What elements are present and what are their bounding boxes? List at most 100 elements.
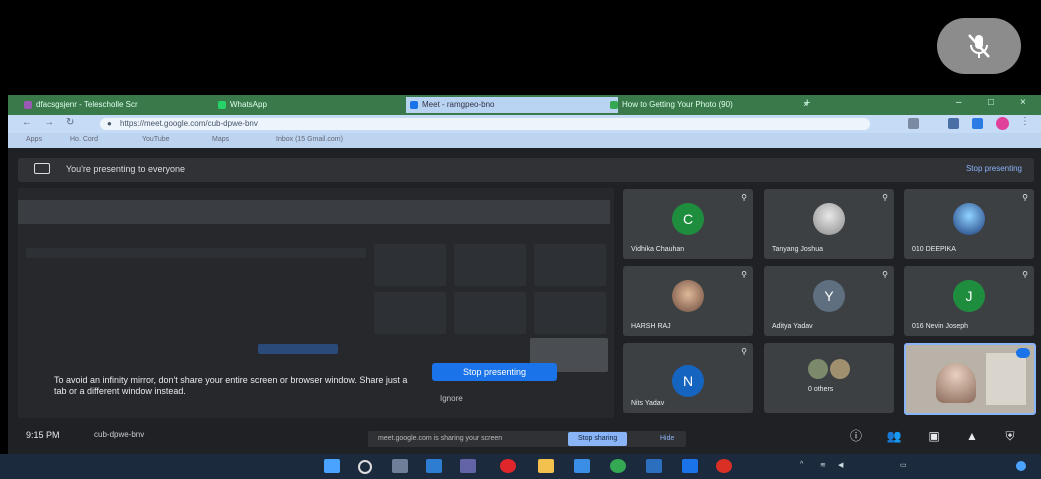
hide-button[interactable]: Hide bbox=[660, 431, 674, 447]
participant-tile[interactable]: ⚲ J 016 Nevin Joseph bbox=[904, 266, 1034, 336]
browser-tab-active[interactable]: Meet - ramgpeo-bno × bbox=[406, 97, 618, 113]
presenting-banner: You're presenting to everyone Stop prese… bbox=[18, 158, 1034, 182]
participant-name: 010 DEEPIKA bbox=[912, 246, 956, 253]
tab-favicon-icon bbox=[610, 101, 618, 109]
start-icon[interactable] bbox=[324, 459, 340, 473]
tab-label: dfacsgsjenr - Telescholle Scr bbox=[36, 100, 138, 109]
app-icon[interactable] bbox=[682, 459, 698, 473]
chrome-icon[interactable] bbox=[610, 459, 626, 473]
minimize-icon[interactable]: – bbox=[956, 97, 962, 108]
tab-label: How to Getting Your Photo (90) bbox=[622, 100, 733, 109]
preview-block bbox=[258, 344, 338, 354]
bookmark-item[interactable]: Maps bbox=[212, 136, 229, 143]
preview-block bbox=[374, 292, 446, 334]
preview-block bbox=[374, 244, 446, 286]
participant-name: Vidhika Chauhan bbox=[631, 246, 685, 253]
avatar: N bbox=[672, 365, 704, 397]
widgets-icon[interactable] bbox=[426, 459, 442, 473]
extension-icon[interactable] bbox=[948, 118, 959, 129]
search-icon[interactable] bbox=[358, 460, 372, 474]
activities-icon[interactable]: ▲ bbox=[962, 427, 982, 445]
opera-icon[interactable] bbox=[500, 459, 516, 473]
browser-tab-strip: dfacsgsjenr - Telescholle Scr × WhatsApp… bbox=[8, 95, 1041, 115]
browser-tab[interactable]: WhatsApp × bbox=[214, 97, 420, 113]
host-controls-icon[interactable]: ⛨ bbox=[1000, 427, 1020, 445]
notification-icon[interactable] bbox=[1016, 461, 1026, 471]
participant-name: Aditya Yadav bbox=[772, 323, 813, 330]
participant-tile[interactable]: ⚲ N Nits Yadav bbox=[623, 343, 753, 413]
tab-label: Meet - ramgpeo-bno bbox=[422, 100, 495, 109]
preview-header bbox=[18, 200, 610, 224]
mic-off-icon: ⚲ bbox=[882, 193, 888, 202]
self-view-tile[interactable] bbox=[904, 343, 1036, 415]
presenting-text: You're presenting to everyone bbox=[66, 164, 185, 174]
tab-favicon-icon bbox=[24, 101, 32, 109]
bookmark-item[interactable]: Inbox (15 Gmail.com) bbox=[276, 136, 343, 143]
bookmark-item[interactable]: YouTube bbox=[142, 136, 170, 143]
wifi-icon[interactable]: ≋ bbox=[820, 461, 826, 469]
forward-icon[interactable]: → bbox=[44, 117, 54, 128]
chat-icon[interactable]: ▣ bbox=[924, 427, 944, 445]
close-window-icon[interactable]: × bbox=[1020, 97, 1026, 108]
bookmark-item[interactable]: Apps bbox=[26, 136, 42, 143]
avatar bbox=[813, 203, 845, 235]
preview-block bbox=[454, 244, 526, 286]
tab-label: WhatsApp bbox=[230, 100, 267, 109]
browser-tab[interactable]: dfacsgsjenr - Telescholle Scr × bbox=[20, 97, 226, 113]
reload-icon[interactable]: ↻ bbox=[66, 117, 74, 128]
url-text: https://meet.google.com/cub-dpwe-bnv bbox=[120, 119, 258, 128]
participant-name: 0 others bbox=[808, 386, 834, 393]
extension-icon[interactable] bbox=[972, 118, 983, 129]
participant-name: Nits Yadav bbox=[631, 400, 665, 407]
teams-icon[interactable] bbox=[460, 459, 476, 473]
present-screen-icon bbox=[34, 163, 50, 174]
share-notice-text: meet.google.com is sharing your screen bbox=[378, 435, 503, 442]
system-tray-arrow-icon[interactable]: ^ bbox=[800, 461, 803, 468]
participant-tile[interactable]: ⚲ C Vidhika Chauhan bbox=[623, 189, 753, 259]
app-icon[interactable] bbox=[716, 459, 732, 473]
extension-icon[interactable] bbox=[908, 118, 919, 129]
participant-tile[interactable]: ⚲ Y Aditya Yadav bbox=[764, 266, 894, 336]
maximize-icon[interactable]: □ bbox=[988, 97, 994, 108]
avatar bbox=[672, 280, 704, 312]
bookmark-item[interactable]: Ho. Cord bbox=[70, 136, 98, 143]
browser-toolbar: ← → ↻ ● https://meet.google.com/cub-dpwe… bbox=[8, 115, 1041, 133]
battery-icon[interactable]: ▭ bbox=[900, 461, 907, 469]
stop-sharing-button[interactable]: Stop sharing bbox=[568, 432, 628, 446]
participant-tile[interactable]: ⚲ Tanyang Joshua bbox=[764, 189, 894, 259]
more-options-icon[interactable] bbox=[1016, 348, 1030, 358]
participant-name: Tanyang Joshua bbox=[772, 246, 823, 253]
task-view-icon[interactable] bbox=[392, 459, 408, 473]
screen-share-notice: meet.google.com is sharing your screen S… bbox=[368, 431, 686, 447]
back-icon[interactable]: ← bbox=[22, 117, 32, 128]
stop-presenting-button[interactable]: Stop presenting bbox=[432, 363, 557, 381]
app-icon[interactable] bbox=[646, 459, 662, 473]
avatar bbox=[953, 203, 985, 235]
participant-tile[interactable]: 0 others bbox=[764, 343, 894, 413]
lock-icon: ● bbox=[107, 119, 112, 128]
volume-icon[interactable]: ◀ bbox=[838, 461, 843, 469]
meeting-code: cub-dpwe-bnv bbox=[94, 430, 145, 439]
avatar: C bbox=[672, 203, 704, 235]
info-icon[interactable]: ⓘ bbox=[846, 427, 866, 445]
people-icon[interactable]: 👥 bbox=[884, 427, 904, 445]
ignore-button[interactable]: Ignore bbox=[440, 394, 463, 403]
browser-tab[interactable]: How to Getting Your Photo (90) × bbox=[606, 97, 812, 113]
mic-off-icon bbox=[968, 34, 990, 58]
new-tab-icon[interactable]: + bbox=[804, 97, 810, 109]
avatar: Y bbox=[813, 280, 845, 312]
profile-avatar[interactable] bbox=[996, 117, 1009, 130]
preview-block bbox=[534, 292, 606, 334]
participant-tile[interactable]: ⚲ HARSH RAJ bbox=[623, 266, 753, 336]
mic-off-icon: ⚲ bbox=[741, 347, 747, 356]
menu-icon[interactable]: ⋮ bbox=[1020, 116, 1030, 127]
stop-presenting-link[interactable]: Stop presenting bbox=[966, 164, 1022, 173]
store-icon[interactable] bbox=[574, 459, 590, 473]
preview-block bbox=[534, 244, 606, 286]
file-explorer-icon[interactable] bbox=[538, 459, 554, 473]
participant-name: 016 Nevin Joseph bbox=[912, 323, 969, 330]
avatar bbox=[830, 359, 850, 379]
address-bar[interactable]: ● https://meet.google.com/cub-dpwe-bnv bbox=[100, 118, 870, 130]
mic-muted-badge[interactable] bbox=[937, 18, 1021, 74]
participant-tile[interactable]: ⚲ 010 DEEPIKA bbox=[904, 189, 1034, 259]
